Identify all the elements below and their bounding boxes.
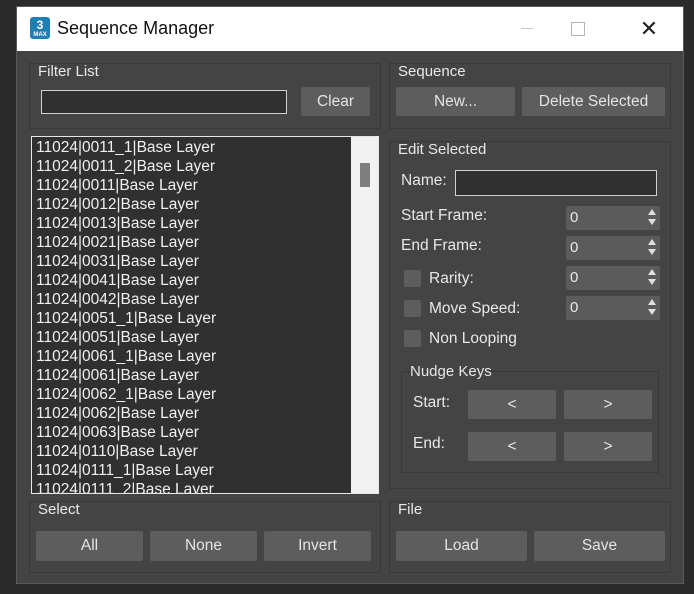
rarity-label: Rarity: [429, 270, 474, 287]
filter-input[interactable] [41, 90, 287, 114]
select-label: Select [38, 501, 80, 518]
list-item[interactable]: 11024|0061_1|Base Layer [36, 347, 216, 366]
list-item[interactable]: 11024|0063|Base Layer [36, 423, 216, 442]
spinner-arrows-icon[interactable] [648, 299, 656, 317]
nudge-end-right-button[interactable]: > [564, 432, 652, 461]
list-item[interactable]: 11024|0111_2|Base Layer [36, 480, 216, 493]
end-frame-value[interactable]: 0 [570, 239, 578, 256]
close-icon: ✕ [639, 16, 659, 41]
list-item[interactable]: 11024|0041|Base Layer [36, 271, 216, 290]
3dsmax-app-icon: 3 MAX [30, 17, 50, 39]
list-item[interactable]: 11024|0011_1|Base Layer [36, 138, 216, 157]
name-label: Name: [401, 172, 447, 189]
list-item[interactable]: 11024|0051|Base Layer [36, 328, 216, 347]
start-frame-label: Start Frame: [401, 207, 488, 224]
maximize-icon [571, 21, 585, 36]
maximize-button[interactable] [555, 7, 601, 51]
spinner-arrows-icon[interactable] [648, 269, 656, 287]
nudge-end-left-button[interactable]: < [468, 432, 556, 461]
select-none-button[interactable]: None [150, 531, 257, 561]
move-speed-checkbox[interactable] [404, 300, 421, 317]
list-item[interactable]: 11024|0031|Base Layer [36, 252, 216, 271]
spinner-arrows-icon[interactable] [648, 239, 656, 257]
list-item[interactable]: 11024|0062|Base Layer [36, 404, 216, 423]
filter-list-label: Filter List [38, 63, 99, 80]
end-frame-spinner[interactable]: 0 [566, 236, 660, 260]
clear-button[interactable]: Clear [301, 87, 370, 116]
app-icon-caption: MAX [33, 32, 47, 38]
list-scrollbar[interactable] [351, 137, 378, 493]
start-frame-spinner[interactable]: 0 [566, 206, 660, 230]
rarity-value[interactable]: 0 [570, 269, 578, 286]
close-button[interactable]: ✕ [626, 7, 672, 51]
nudge-start-label: Start: [413, 394, 451, 411]
start-frame-value[interactable]: 0 [570, 209, 578, 226]
title-bar[interactable]: 3 MAX Sequence Manager ✕ [17, 7, 683, 51]
end-frame-label: End Frame: [401, 237, 482, 254]
list-item[interactable]: 11024|0042|Base Layer [36, 290, 216, 309]
list-item[interactable]: 11024|0062_1|Base Layer [36, 385, 216, 404]
select-invert-button[interactable]: Invert [264, 531, 371, 561]
list-item[interactable]: 11024|0051_1|Base Layer [36, 309, 216, 328]
nudge-start-right-button[interactable]: > [564, 390, 652, 419]
minimize-icon [521, 28, 533, 30]
list-item[interactable]: 11024|0012|Base Layer [36, 195, 216, 214]
minimize-button[interactable] [504, 7, 550, 51]
list-scrollbar-thumb[interactable] [360, 163, 370, 187]
move-speed-label: Move Speed: [429, 300, 521, 317]
list-item[interactable]: 11024|0011|Base Layer [36, 176, 216, 195]
window-title: Sequence Manager [57, 18, 215, 38]
nudge-start-left-button[interactable]: < [468, 390, 556, 419]
name-input[interactable] [455, 170, 657, 196]
new-sequence-button[interactable]: New... [396, 87, 515, 116]
select-all-button[interactable]: All [36, 531, 143, 561]
file-label: File [398, 501, 423, 518]
list-item[interactable]: 11024|0110|Base Layer [36, 442, 216, 461]
rarity-spinner[interactable]: 0 [566, 266, 660, 290]
save-button[interactable]: Save [534, 531, 665, 561]
non-looping-label: Non Looping [429, 330, 517, 347]
move-speed-spinner[interactable]: 0 [566, 296, 660, 320]
delete-selected-button[interactable]: Delete Selected [522, 87, 665, 116]
spinner-arrows-icon[interactable] [648, 209, 656, 227]
list-item[interactable]: 11024|0021|Base Layer [36, 233, 216, 252]
nudge-end-label: End: [413, 435, 445, 452]
app-icon-number: 3 [36, 18, 44, 32]
non-looping-checkbox[interactable] [404, 330, 421, 347]
list-item[interactable]: 11024|0013|Base Layer [36, 214, 216, 233]
rarity-checkbox[interactable] [404, 270, 421, 287]
list-item[interactable]: 11024|0061|Base Layer [36, 366, 216, 385]
edit-selected-label: Edit Selected [398, 141, 487, 158]
nudge-keys-label: Nudge Keys [410, 363, 492, 380]
move-speed-value[interactable]: 0 [570, 299, 578, 316]
list-item[interactable]: 11024|0011_2|Base Layer [36, 157, 216, 176]
sequence-list-items: 11024|0011_1|Base Layer 11024|0011_2|Base… [36, 138, 216, 493]
sequence-manager-window: 3 MAX Sequence Manager ✕ Filter List Cle… [16, 6, 684, 584]
sequence-label: Sequence [398, 63, 466, 80]
load-button[interactable]: Load [396, 531, 527, 561]
list-item[interactable]: 11024|0111_1|Base Layer [36, 461, 216, 480]
sequence-list[interactable]: 11024|0011_1|Base Layer 11024|0011_2|Base… [31, 136, 379, 494]
